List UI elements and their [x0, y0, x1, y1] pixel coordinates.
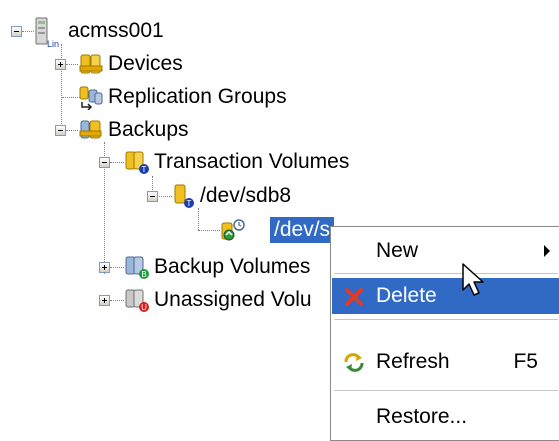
tree-connector	[66, 64, 78, 65]
menu-item-restore[interactable]: Restore...	[332, 399, 559, 435]
backup-history-icon	[221, 219, 245, 241]
tree-connector	[110, 300, 124, 301]
svg-text:T: T	[187, 199, 192, 208]
menu-item-label: New	[376, 239, 419, 262]
menu-item-label: Restore...	[376, 405, 468, 428]
tree-connector	[66, 130, 78, 131]
menu-item-new[interactable]: New	[332, 233, 559, 269]
tree-connector	[198, 230, 220, 231]
tree-node-backup-volumes[interactable]: Backup Volumes	[154, 254, 310, 280]
tree-node-devices[interactable]: Devices	[108, 51, 183, 77]
expand-toggle-unassigned-volumes[interactable]	[99, 295, 110, 306]
unassigned-volumes-icon: U	[125, 289, 149, 312]
submenu-arrow-icon	[544, 245, 550, 257]
menu-item-refresh[interactable]: Refresh F5	[332, 344, 559, 380]
svg-text:U: U	[141, 303, 147, 312]
expand-toggle-backup-volumes[interactable]	[99, 262, 110, 273]
svg-text:T: T	[142, 165, 147, 174]
tree-connector	[110, 267, 124, 268]
delete-x-icon	[345, 288, 363, 306]
backup-volumes-icon: B	[125, 256, 149, 279]
menu-separator	[334, 390, 558, 391]
mouse-pointer-icon	[462, 263, 484, 296]
expand-toggle-backups[interactable]	[55, 125, 66, 136]
os-badge-label: Lin	[47, 39, 59, 48]
tree-node-selected-volume[interactable]: /dev/s	[270, 217, 335, 243]
replication-groups-icon	[79, 86, 103, 110]
transaction-volume-icon: T	[174, 184, 194, 208]
refresh-icon	[344, 353, 364, 372]
menu-separator	[334, 319, 558, 320]
menu-item-label: Refresh	[376, 350, 450, 373]
tree-node-acmss001[interactable]: acmss001	[68, 18, 164, 44]
tree-connector	[61, 44, 62, 132]
expand-toggle-transaction-volumes[interactable]	[99, 157, 110, 168]
menu-item-delete[interactable]: Delete	[332, 278, 559, 314]
backups-icon	[79, 120, 102, 139]
tree-node-transaction-volumes[interactable]: Transaction Volumes	[154, 149, 349, 175]
menu-item-shortcut: F5	[513, 350, 538, 373]
expand-toggle-devices[interactable]	[55, 59, 66, 70]
tree-connector	[110, 162, 124, 163]
tree-node-backups[interactable]: Backups	[108, 117, 189, 143]
menu-separator	[334, 273, 558, 274]
expand-toggle-dev-sdb8[interactable]	[147, 191, 158, 202]
tree-node-dev-sdb8[interactable]: /dev/sdb8	[200, 183, 291, 209]
tree-connector	[198, 208, 199, 230]
menu-item-label: Delete	[376, 284, 437, 307]
devices-icon	[79, 54, 103, 74]
expand-toggle-acmss001[interactable]	[11, 26, 22, 37]
transaction-volumes-icon: T	[125, 151, 149, 174]
svg-text:B: B	[141, 270, 146, 279]
tree-node-unassigned-volumes[interactable]: Unassigned Volu	[154, 287, 312, 313]
tree-node-replication-groups[interactable]: Replication Groups	[108, 84, 287, 110]
context-menu: New Delete Refresh F5 Restore...	[330, 226, 559, 441]
server-icon: Lin	[35, 17, 59, 48]
